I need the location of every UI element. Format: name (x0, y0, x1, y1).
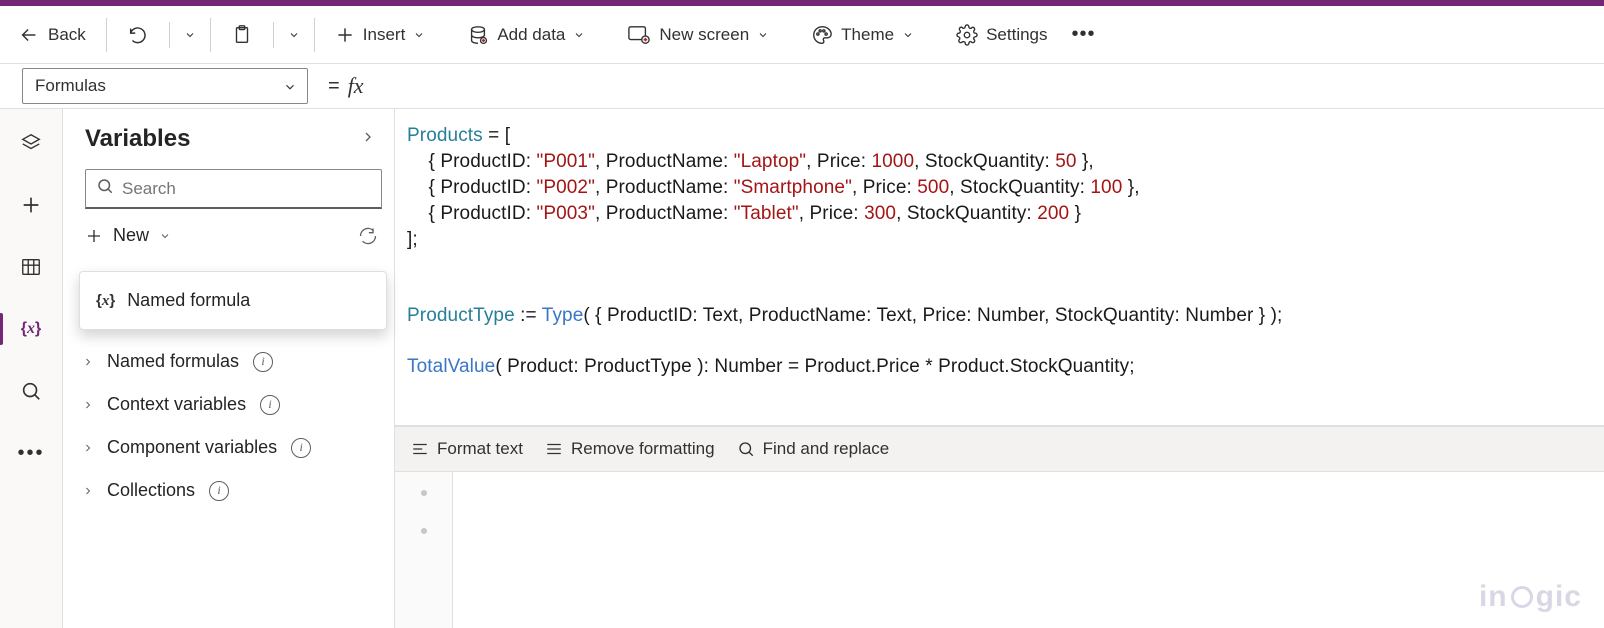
theme-label: Theme (841, 25, 894, 45)
editor-toolbar: Format text Remove formatting Find and r… (395, 426, 1604, 472)
chevron-right-icon (81, 356, 95, 368)
info-icon[interactable]: i (260, 395, 280, 415)
find-replace-button[interactable]: Find and replace (737, 439, 890, 459)
chevron-right-icon (81, 399, 95, 411)
section-named-formulas[interactable]: Named formulas i (81, 347, 382, 376)
arrow-left-icon (18, 24, 40, 46)
info-icon[interactable]: i (209, 481, 229, 501)
canvas-ruler (395, 472, 453, 628)
canvas-area: ingic (395, 472, 1604, 628)
formula-prefix: = fx (328, 73, 364, 99)
separator (314, 18, 315, 52)
panel-title: Variables (85, 125, 190, 153)
chevron-down-icon (184, 29, 196, 41)
chevron-down-icon (757, 29, 769, 41)
refresh-button[interactable] (358, 226, 380, 246)
section-collections[interactable]: Collections i (81, 476, 382, 505)
chevron-right-icon (81, 442, 95, 454)
rail-data[interactable] (11, 247, 51, 287)
info-icon[interactable]: i (291, 438, 311, 458)
rail-variables[interactable]: {x} (11, 309, 51, 349)
watermark: ingic (1479, 580, 1582, 614)
chevron-down-icon (288, 29, 300, 41)
chevron-down-icon (573, 29, 585, 41)
add-data-label: Add data (497, 25, 565, 45)
insert-button[interactable]: Insert (325, 19, 436, 51)
property-selector[interactable]: Formulas (22, 68, 308, 104)
search-input[interactable] (122, 179, 371, 199)
data-icon (467, 24, 489, 46)
separator (106, 18, 107, 52)
settings-button[interactable]: Settings (946, 18, 1057, 52)
property-selector-value: Formulas (35, 76, 106, 96)
rail-search[interactable] (11, 371, 51, 411)
format-text-button[interactable]: Format text (411, 439, 523, 459)
rail-tree-view[interactable] (11, 123, 51, 163)
formula-editor[interactable]: Products = [ { ProductID: "P001", Produc… (395, 109, 1604, 426)
undo-dropdown[interactable] (180, 23, 200, 47)
back-button[interactable]: Back (8, 18, 96, 52)
section-component-variables[interactable]: Component variables i (81, 433, 382, 462)
new-label: New (113, 225, 149, 246)
search-input-wrap[interactable] (85, 169, 382, 209)
search-icon (96, 177, 114, 200)
new-screen-icon (627, 24, 651, 46)
canvas[interactable]: ingic (453, 472, 1604, 628)
chevron-down-icon (413, 29, 425, 41)
rail-more[interactable]: ••• (11, 433, 51, 473)
theme-button[interactable]: Theme (801, 18, 924, 52)
chevron-down-icon (283, 80, 295, 92)
rail-insert[interactable] (11, 185, 51, 225)
new-button[interactable]: New (85, 225, 171, 246)
undo-button[interactable] (117, 18, 159, 52)
separator (273, 22, 274, 48)
paste-button[interactable] (221, 18, 263, 52)
more-button[interactable]: ••• (1062, 23, 1106, 46)
remove-formatting-button[interactable]: Remove formatting (545, 439, 715, 459)
editor-area: Products = [ { ProductID: "P001", Produc… (395, 109, 1604, 628)
section-context-variables[interactable]: Context variables i (81, 390, 382, 419)
chevron-down-icon (902, 29, 914, 41)
back-label: Back (48, 25, 86, 45)
insert-label: Insert (363, 25, 406, 45)
settings-label: Settings (986, 25, 1047, 45)
sections-tree: Named formulas i Context variables i Com… (63, 341, 394, 505)
collapse-panel-button[interactable] (360, 129, 376, 150)
info-icon[interactable]: i (253, 352, 273, 372)
popover-item-label: Named formula (127, 290, 250, 311)
popover-named-formula[interactable]: {x} Named formula (80, 282, 386, 319)
paste-icon (231, 24, 253, 46)
variables-panel: Variables New {x} Named formul (63, 109, 395, 628)
formula-bar: Formulas = fx (0, 64, 1604, 109)
plus-icon (335, 25, 355, 45)
chevron-right-icon (81, 485, 95, 497)
new-screen-button[interactable]: New screen (617, 18, 779, 52)
main-area: {x} ••• Variables New (0, 109, 1604, 628)
command-bar: Back Insert Add da (0, 6, 1604, 64)
equals-sign: = (328, 75, 340, 98)
new-dropdown-popover: {x} Named formula (79, 271, 387, 330)
gear-icon (956, 24, 978, 46)
left-rail: {x} ••• (0, 109, 63, 628)
new-screen-label: New screen (659, 25, 749, 45)
separator (210, 18, 211, 52)
fx-icon: fx (348, 73, 364, 99)
separator (169, 22, 170, 48)
paste-dropdown[interactable] (284, 23, 304, 47)
undo-icon (127, 24, 149, 46)
palette-icon (811, 24, 833, 46)
add-data-button[interactable]: Add data (457, 18, 595, 52)
